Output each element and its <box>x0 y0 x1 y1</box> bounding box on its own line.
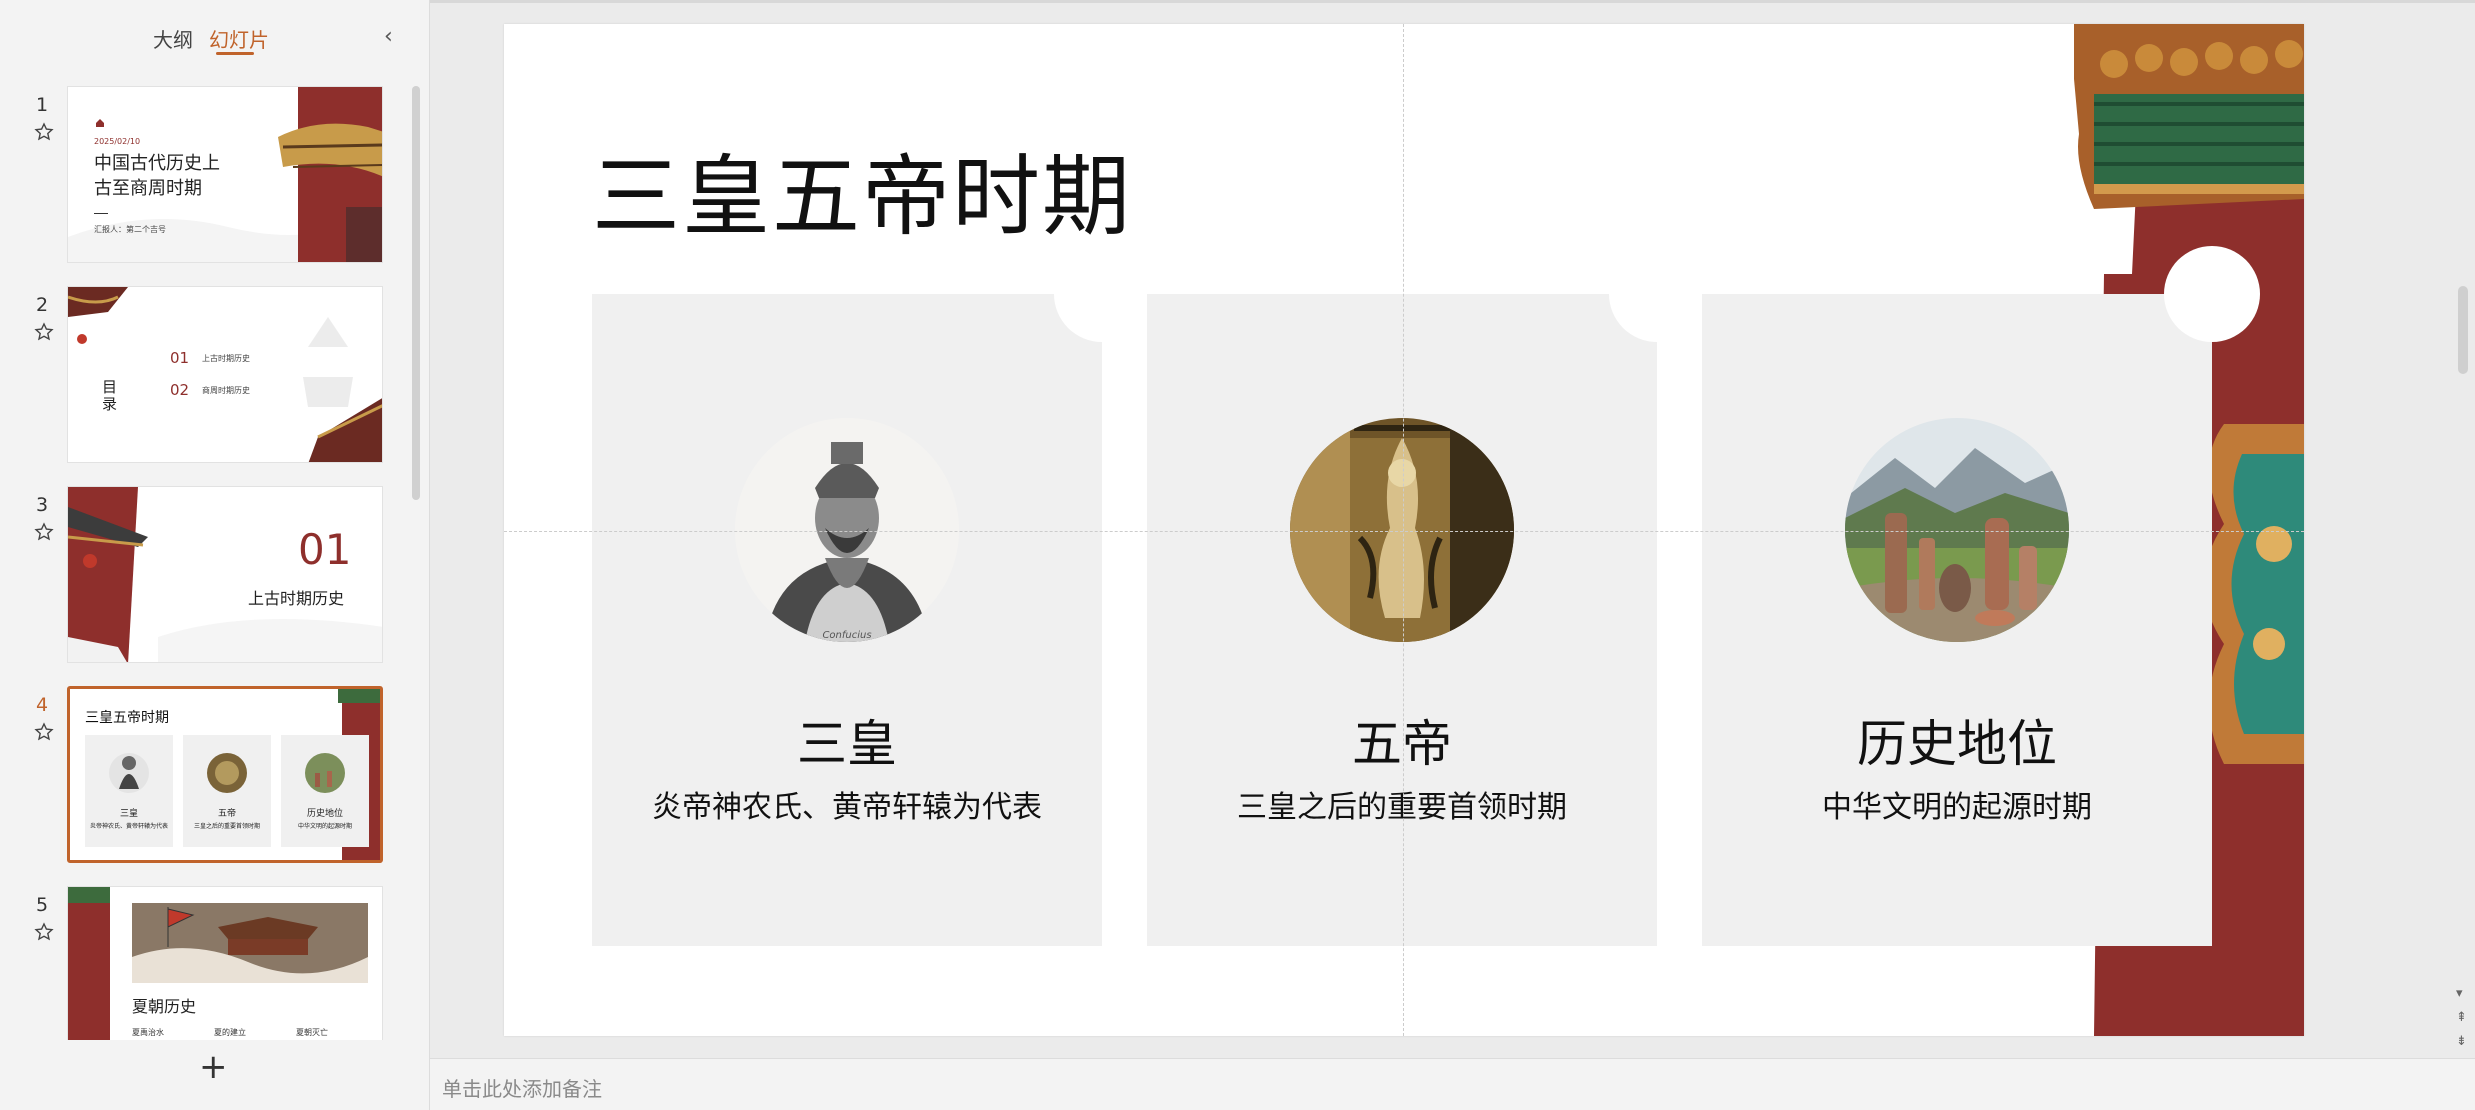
slide-thumbnail-2[interactable]: 目录 01 上古时期历史 02 商周时期历史 <box>67 286 383 463</box>
card-notch <box>1054 246 1150 342</box>
smart-guide-vertical <box>1403 24 1404 1036</box>
section-number: 01 <box>298 525 352 574</box>
presentation-app: 大纲 幻灯片 ‹ 1 2025/02/10 中国古代历史上 古至商周时期 汇报人… <box>0 0 2475 1110</box>
confucius-portrait-image: Confucius <box>735 418 959 642</box>
carved-relief-drawing <box>1290 418 1514 642</box>
thumbnail-title: 中国古代历史上 古至商周时期 <box>94 151 220 201</box>
canvas-scrollbar[interactable] <box>2458 286 2468 374</box>
thumbnail-5-background <box>68 887 368 1040</box>
thumbnail-row-1: 1 2025/02/10 中国古代历史上 古至商周时期 汇报人：第二个吉号 <box>0 80 410 263</box>
thumbnail-title-line: 古至商周时期 <box>94 178 202 199</box>
collapse-panel-icon[interactable]: ‹ <box>384 24 393 49</box>
slide-thumbnail-5[interactable]: 夏朝历史 夏禹治水 夏的建立 夏朝灭亡 <box>67 886 383 1040</box>
content-card-3[interactable]: 历史地位 中华文明的起源时期 <box>1702 246 2260 946</box>
notes-placeholder[interactable]: 单击此处添加备注 <box>442 1073 602 1102</box>
card-heading[interactable]: 历史地位 <box>1702 704 2212 776</box>
thumbnail-row-5: 5 夏朝历史 夏禹治水 夏的建立 夏朝灭亡 <box>0 880 410 1040</box>
toc-number: 02 <box>170 381 190 399</box>
slide-number: 3 <box>36 494 49 516</box>
thumbnail-3-background <box>68 487 382 662</box>
tab-slides[interactable]: 幻灯片 <box>209 24 269 53</box>
pottery-landscape-image <box>1845 418 2069 642</box>
portrait-caption: Confucius <box>822 630 871 641</box>
panel-tabs: 大纲 幻灯片 ‹ <box>0 0 430 58</box>
current-slide[interactable]: 三皇五帝时期 Confucius 三皇 炎帝神农氏、黄帝轩辕为代表 五帝 三皇之… <box>504 24 2304 1036</box>
card-text[interactable]: 三皇之后的重要首领时期 <box>1147 782 1657 826</box>
slide-panel: 大纲 幻灯片 ‹ 1 2025/02/10 中国古代历史上 古至商周时期 汇报人… <box>0 0 430 1110</box>
star-icon[interactable] <box>34 522 54 542</box>
carved-relief-image <box>1290 418 1514 642</box>
toc-item: 上古时期历史 <box>202 354 250 363</box>
thumbnail-row-2: 2 目录 01 上古时期历史 02 商周时期历史 <box>0 280 410 463</box>
thumbnail-list[interactable]: 1 2025/02/10 中国古代历史上 古至商周时期 汇报人：第二个吉号 2 … <box>0 80 410 1040</box>
thumbnail-reporter: 汇报人：第二个吉号 <box>94 225 166 234</box>
scroll-down-icon[interactable]: ▾ <box>2456 986 2463 1001</box>
card-text[interactable]: 中华文明的起源时期 <box>1702 782 2212 826</box>
notes-pane[interactable]: 单击此处添加备注 <box>430 1058 2475 1110</box>
thumbnail-card-heading: 五帝 <box>217 809 236 819</box>
thumbnail-title-line: 中国古代历史上 <box>94 153 220 174</box>
divider <box>94 213 108 214</box>
slide-thumbnail-3[interactable]: 01 上古时期历史 <box>67 486 383 663</box>
thumbnail-scrollbar[interactable] <box>412 86 420 500</box>
thumbnail-card-text: 三皇之后的重要首领时期 <box>193 823 260 830</box>
thumbnail-card-text: 炎帝神农氏、黄帝轩辕为代表 <box>89 823 168 830</box>
thumbnail-title: 夏朝历史 <box>132 997 197 1016</box>
thumbnail-col: 夏禹治水 <box>132 1028 164 1037</box>
slide-number: 4 <box>36 694 49 716</box>
content-card-1[interactable]: Confucius 三皇 炎帝神农氏、黄帝轩辕为代表 <box>592 246 1150 946</box>
toc-item: 商周时期历史 <box>202 386 250 395</box>
slide-title[interactable]: 三皇五帝时期 <box>592 126 1132 253</box>
previous-slide-icon[interactable]: ⇞ <box>2456 1010 2467 1025</box>
card-heading[interactable]: 三皇 <box>592 704 1102 776</box>
thumbnail-2-background <box>68 287 382 462</box>
thumbnail-col: 夏的建立 <box>214 1028 246 1037</box>
tab-active-indicator <box>216 52 254 55</box>
thumbnail-card-text: 中华文明的起源时期 <box>297 823 352 830</box>
slide-number: 5 <box>36 894 49 916</box>
thumbnail-row-4: 4 三皇五帝时期 三皇 炎帝神农氏、黄帝轩辕为代表 五帝 三皇之后的重要首领时期… <box>0 680 410 863</box>
card-heading[interactable]: 五帝 <box>1147 704 1657 776</box>
confucius-portrait-drawing: Confucius <box>735 418 959 642</box>
slide-number: 2 <box>36 294 49 316</box>
thumbnail-col: 夏朝灭亡 <box>296 1028 328 1037</box>
thumbnail-toc-title: 目录 <box>102 378 118 413</box>
card-notch <box>2164 246 2260 342</box>
star-icon[interactable] <box>34 122 54 142</box>
smart-guide-horizontal <box>504 531 2304 532</box>
pottery-landscape-drawing <box>1845 418 2069 642</box>
card-text[interactable]: 炎帝神农氏、黄帝轩辕为代表 <box>592 782 1102 826</box>
slide-thumbnail-4[interactable]: 三皇五帝时期 三皇 炎帝神农氏、黄帝轩辕为代表 五帝 三皇之后的重要首领时期 历… <box>67 686 383 863</box>
card-notch <box>1609 246 1705 342</box>
star-icon[interactable] <box>34 722 54 742</box>
star-icon[interactable] <box>34 922 54 942</box>
star-icon[interactable] <box>34 322 54 342</box>
slide-number: 1 <box>36 94 49 116</box>
thumbnail-card-heading: 三皇 <box>119 809 138 819</box>
thumbnail-row-3: 3 01 上古时期历史 <box>0 480 410 663</box>
thumbnail-date: 2025/02/10 <box>94 137 141 146</box>
section-title: 上古时期历史 <box>248 589 345 608</box>
toc-number: 01 <box>170 349 190 367</box>
thumbnail-title: 三皇五帝时期 <box>85 710 169 726</box>
next-slide-icon[interactable]: ⇟ <box>2456 1034 2467 1049</box>
slide-thumbnail-1[interactable]: 2025/02/10 中国古代历史上 古至商周时期 汇报人：第二个吉号 <box>67 86 383 263</box>
add-slide-button[interactable]: + <box>199 1050 228 1084</box>
canvas-top-border <box>430 0 2475 3</box>
tab-outline[interactable]: 大纲 <box>153 24 193 53</box>
content-card-2[interactable]: 五帝 三皇之后的重要首领时期 <box>1147 246 1705 946</box>
thumbnail-card-heading: 历史地位 <box>306 809 343 819</box>
